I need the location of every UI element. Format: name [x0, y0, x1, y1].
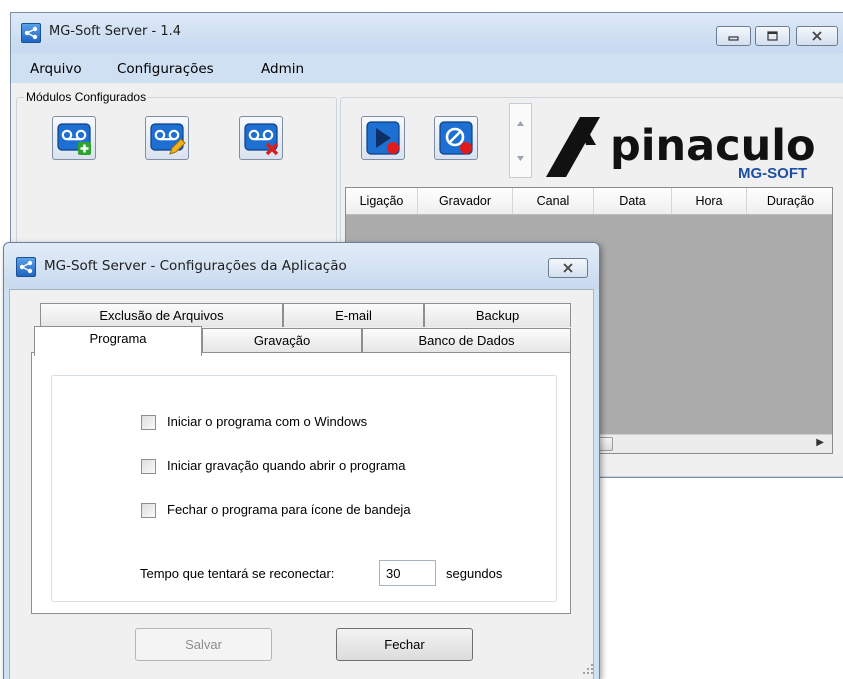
col-hora[interactable]: Hora — [672, 188, 747, 214]
close-button[interactable] — [796, 26, 838, 46]
tab-backup[interactable]: Backup — [424, 303, 571, 327]
menu-bar: Arquivo Configurações Admin — [11, 53, 843, 83]
save-button[interactable]: Salvar — [135, 628, 272, 661]
tab-gravacao[interactable]: Gravação — [202, 328, 362, 352]
dialog-titlebar[interactable]: MG-Soft Server - Configurações da Aplica… — [4, 243, 599, 289]
logo-brand-text: pinaculo — [610, 121, 816, 171]
menu-admin[interactable]: Admin — [261, 61, 304, 77]
tab-page-programa: Iniciar o programa com o Windows Iniciar… — [31, 352, 571, 614]
label-fechar-bandeja: Fechar o programa para ícone de bandeja — [167, 502, 411, 517]
main-titlebar[interactable]: MG-Soft Server - 1.4 — [11, 13, 843, 53]
stop-record-button[interactable] — [434, 116, 478, 160]
main-window-title: MG-Soft Server - 1.4 — [49, 24, 182, 39]
label-iniciar-gravacao: Iniciar gravação quando abrir o programa — [167, 458, 406, 473]
app-share-icon — [21, 23, 41, 43]
menu-configuracoes[interactable]: Configurações — [117, 61, 214, 77]
spin-down-icon — [517, 156, 524, 161]
resize-grip-icon[interactable] — [582, 663, 594, 675]
col-data[interactable]: Data — [594, 188, 672, 214]
label-iniciar-windows: Iniciar o programa com o Windows — [167, 414, 368, 429]
checkbox-fechar-bandeja[interactable] — [141, 503, 156, 518]
remove-module-icon — [244, 123, 279, 156]
checkbox-iniciar-windows[interactable] — [141, 415, 156, 430]
options-panel: Iniciar o programa com o Windows Iniciar… — [51, 375, 557, 602]
remove-module-button[interactable] — [239, 116, 283, 160]
col-ligacao[interactable]: Ligação — [346, 188, 418, 214]
col-canal[interactable]: Canal — [513, 188, 594, 214]
dialog-title: MG-Soft Server - Configurações da Aplica… — [44, 258, 347, 274]
minimize-button[interactable] — [716, 26, 751, 46]
restore-button[interactable] — [755, 26, 790, 46]
col-duracao[interactable]: Duração — [747, 188, 834, 214]
tab-banco-dados[interactable]: Banco de Dados — [362, 328, 571, 352]
edit-module-icon — [150, 123, 186, 155]
checkbox-iniciar-gravacao[interactable] — [141, 459, 156, 474]
tab-programa[interactable]: Programa — [34, 326, 202, 356]
retry-label: Tempo que tentará se reconectar: — [140, 566, 335, 581]
modules-group-label: Módulos Configurados — [24, 90, 149, 104]
dialog-share-icon — [16, 257, 36, 277]
stop-record-icon — [439, 121, 473, 155]
pinaculo-logo: pinaculo MG-SOFT — [540, 105, 840, 185]
close-icon — [563, 263, 573, 273]
add-module-button[interactable] — [52, 116, 96, 160]
edit-module-button[interactable] — [145, 116, 189, 160]
spin-up-icon — [517, 121, 524, 126]
scroll-right-arrow-icon[interactable]: ▶ — [816, 437, 824, 448]
add-module-icon — [57, 123, 91, 155]
menu-arquivo[interactable]: Arquivo — [30, 61, 82, 77]
retry-seconds-input[interactable] — [379, 560, 436, 586]
start-record-button[interactable] — [361, 116, 405, 160]
scroll-spinner[interactable] — [509, 103, 532, 178]
retry-unit-label: segundos — [446, 566, 503, 581]
grid-header: Ligação Gravador Canal Data Hora Duração — [346, 188, 832, 215]
start-record-icon — [366, 121, 400, 155]
col-gravador[interactable]: Gravador — [418, 188, 513, 214]
dialog-close-button[interactable] — [548, 258, 588, 278]
logo-subtitle: MG-SOFT — [738, 165, 807, 182]
close-dialog-button[interactable]: Fechar — [336, 628, 473, 661]
tab-exclusao-arquivos[interactable]: Exclusão de Arquivos — [40, 303, 283, 327]
tab-email[interactable]: E-mail — [283, 303, 424, 327]
